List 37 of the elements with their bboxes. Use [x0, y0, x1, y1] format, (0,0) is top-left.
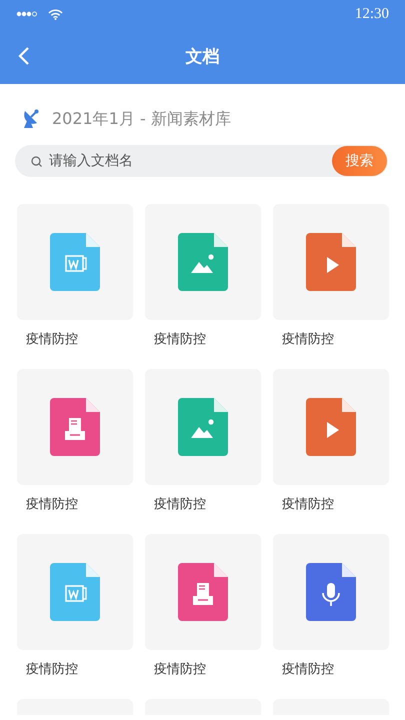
- satellite-dish-icon: [22, 109, 40, 129]
- file-name: 疫情防控: [282, 661, 335, 678]
- video-file-icon: [306, 233, 356, 291]
- search-icon: [31, 156, 42, 166]
- file-card[interactable]: [273, 204, 389, 320]
- file-card[interactable]: [17, 204, 133, 320]
- file-card[interactable]: [273, 534, 389, 650]
- file-card[interactable]: [145, 369, 261, 485]
- word-file-icon: [50, 233, 100, 291]
- video-file-icon: [306, 398, 356, 456]
- file-name: 疫情防控: [26, 331, 79, 348]
- document-tray-icon: [178, 563, 228, 621]
- clock-time: 12:30: [354, 6, 389, 22]
- signal-icon: [16, 11, 38, 17]
- search-button[interactable]: 搜索: [332, 146, 387, 176]
- file-name: 疫情防控: [282, 331, 335, 348]
- file-name: 疫情防控: [154, 496, 207, 513]
- word-file-icon: [50, 563, 100, 621]
- image-file-icon: [178, 233, 228, 291]
- back-icon[interactable]: [18, 47, 30, 65]
- file-card[interactable]: [273, 369, 389, 485]
- file-name: 疫情防控: [154, 661, 207, 678]
- folder-path: 2021年1月 - 新闻素材库: [52, 108, 231, 130]
- file-name: 疫情防控: [26, 661, 79, 678]
- file-card[interactable]: [145, 204, 261, 320]
- image-file-icon: [178, 398, 228, 456]
- file-card[interactable]: [145, 534, 261, 650]
- document-tray-icon: [50, 398, 100, 456]
- search-field[interactable]: 请输入文档名 搜索: [15, 145, 388, 177]
- file-card[interactable]: [17, 369, 133, 485]
- page-title: 文档: [186, 46, 220, 68]
- file-name: 疫情防控: [26, 496, 79, 513]
- file-name: 疫情防控: [282, 496, 335, 513]
- wifi-icon: [48, 8, 63, 20]
- file-card[interactable]: [17, 534, 133, 650]
- microphone-file-icon: [306, 563, 356, 621]
- file-name: 疫情防控: [154, 331, 207, 348]
